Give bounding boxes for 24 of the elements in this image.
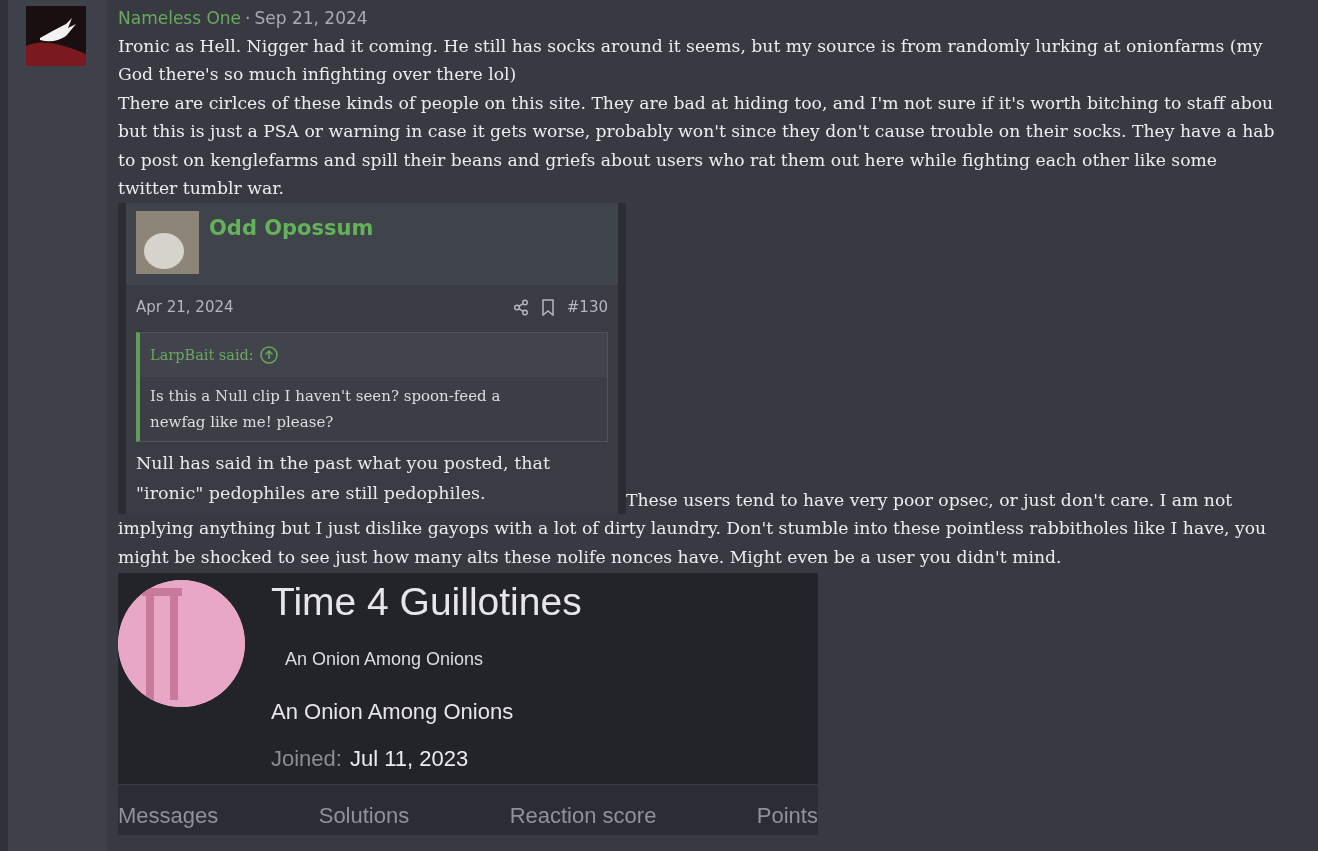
post-paragraph: There are cirlces of these kinds of people on this site. They are bad at hiding too, and I'm not sure if it's worth bitching to staff abou but this is just a PSA or warning in case it gets worse, probably won't since they don't cause trouble on their socks. They have a hab to post on kenglefarms and spill their beans and griefs about users who rat them out here while fighting each other like some twitter tumblr war. xyxy=(118,91,1276,201)
quote-author: LarpBait said: xyxy=(150,345,254,365)
stat-label: Messages xyxy=(118,802,219,831)
bookmark-icon xyxy=(540,298,555,316)
username-link[interactable]: Nameless One xyxy=(118,6,242,32)
quote-text: Is this a Null clip I haven't seen? spoon-feed a newfag like me! please? xyxy=(149,386,502,434)
joined-label: Joined: xyxy=(271,745,342,774)
post-body-text: Null has said in the past what you posted, that "ironic" pedophiles are still pedophiles. xyxy=(136,452,551,506)
post-date: Apr 21, 2024 xyxy=(136,297,235,319)
post-number: #130 xyxy=(566,297,608,319)
joined-date: Jul 11, 2023 xyxy=(349,745,469,774)
post-paragraph: implying anything but I just dislike gayops with a lot of dirty laundry. Don't stumble into these pointless rabbitholes like I have, you might be shocked to see just how many alts these nolife nonces have. Might even be a user you didn't mind. xyxy=(118,517,1268,569)
profile-name: Time 4 Guillotines xyxy=(271,580,582,625)
author-name: Odd Opossum xyxy=(209,215,374,243)
stat-label: Reaction score xyxy=(509,802,657,831)
user-title: An Onion Among Onions xyxy=(271,698,515,727)
stat-label: Solutions xyxy=(318,802,410,831)
post-paragraph: These users tend to have very poor opsec, or just don't care. I am not xyxy=(626,488,1233,512)
stat-label: Points xyxy=(756,802,818,831)
banner-text: An Onion Among Onions xyxy=(285,648,485,672)
share-icon xyxy=(512,298,529,316)
post-paragraph: Ironic as Hell. Nigger had it coming. He still has socks around it seems, but my source is from randomly lurking at onionfarms (my God there's so much infighting over there lol) xyxy=(118,34,1264,87)
post-date[interactable]: Sep 21, 2024 xyxy=(254,6,368,32)
separator: · xyxy=(245,7,251,30)
